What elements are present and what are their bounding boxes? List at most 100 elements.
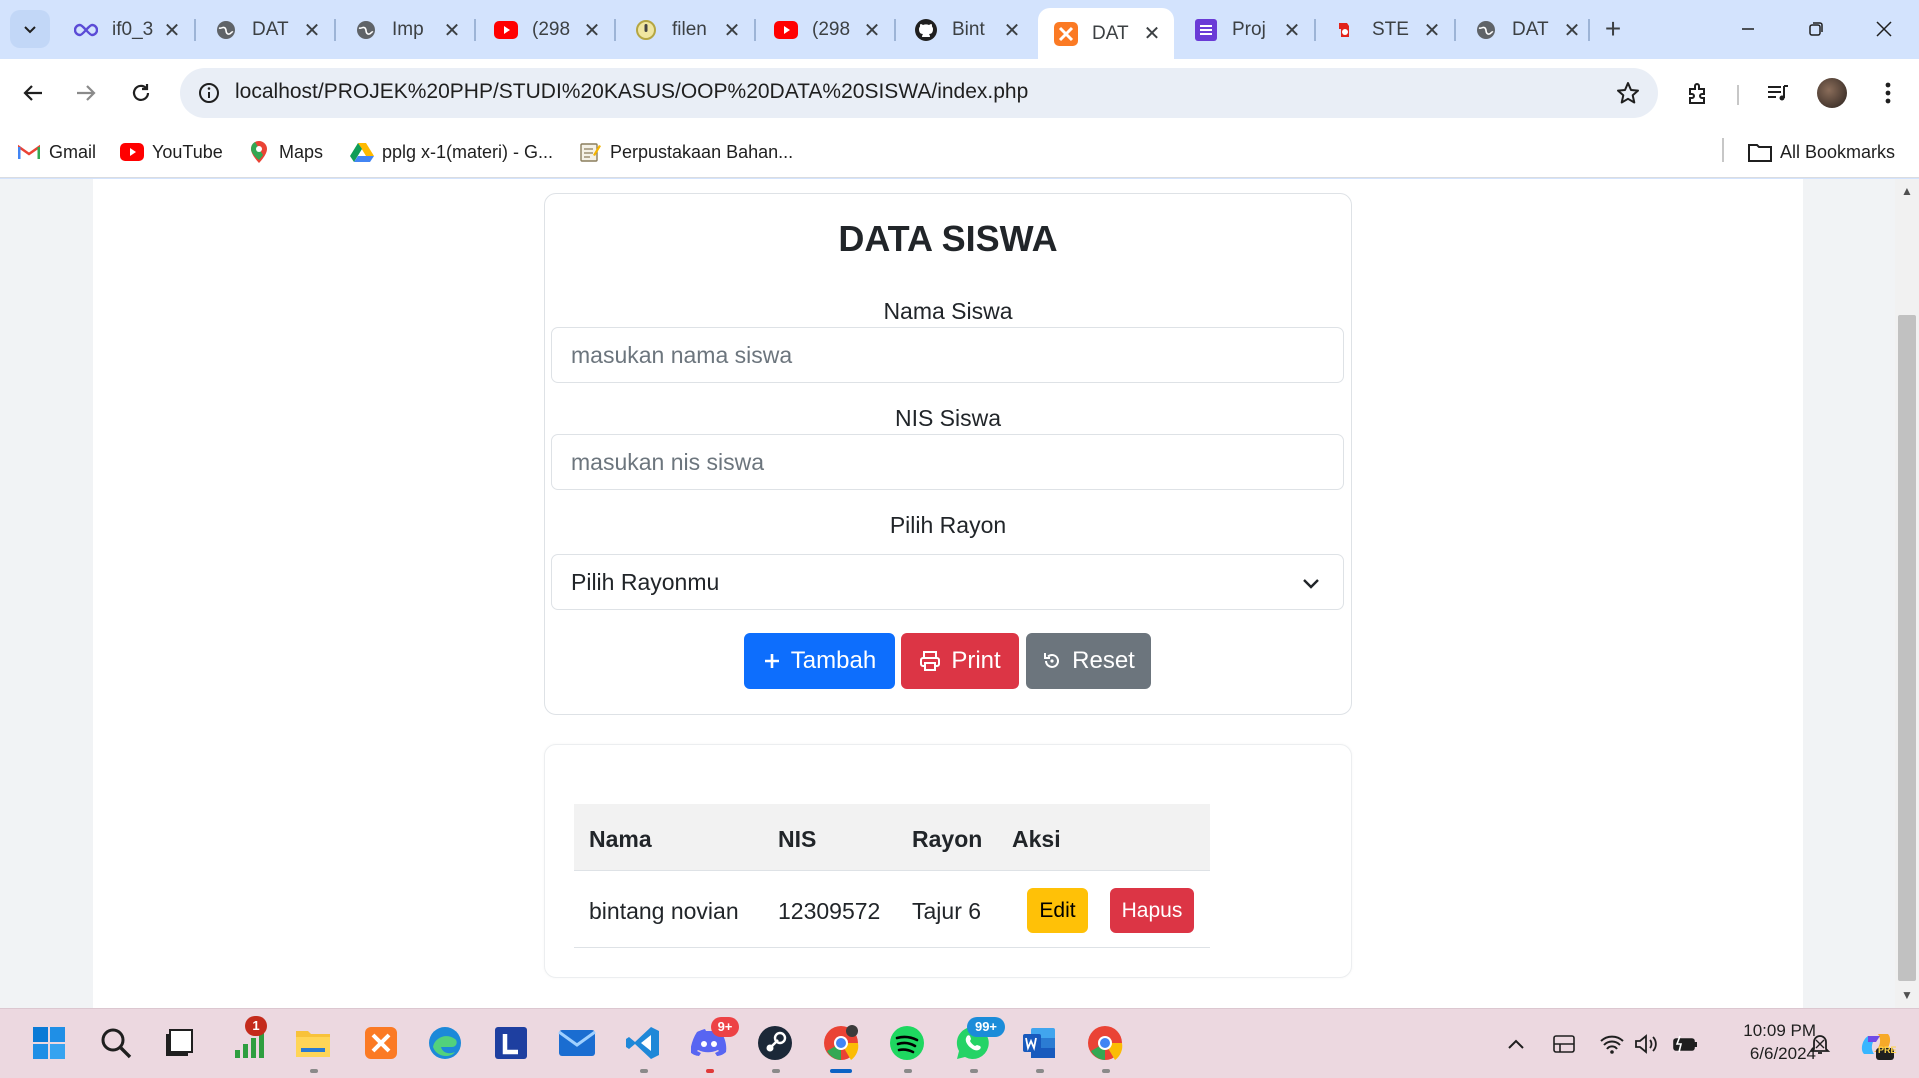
tab-1[interactable]: if0_3 ✕ [58,8,194,52]
wifi-icon[interactable] [1598,1030,1626,1058]
search-button[interactable] [95,1022,137,1064]
word-button[interactable] [1018,1022,1060,1064]
l-app-button[interactable] [490,1022,532,1064]
minimize-button[interactable] [1718,10,1778,48]
tab-10[interactable]: STE ✕ [1318,8,1454,52]
tab-7[interactable]: Bint ✕ [898,8,1034,52]
tray-overflow-chevron-icon[interactable] [1502,1030,1530,1058]
close-icon[interactable]: ✕ [302,18,322,43]
globe-icon [214,18,238,42]
address-bar[interactable]: localhost/PROJEK%20PHP/STUDI%20KASUS/OOP… [180,68,1658,118]
xampp-button[interactable] [360,1022,402,1064]
xampp-icon [365,1027,397,1059]
tab-title: Proj [1232,19,1266,40]
volume-icon[interactable] [1632,1030,1660,1058]
bookmark-maps[interactable]: Maps [247,138,323,166]
tambah-button[interactable]: Tambah [744,633,895,689]
close-icon[interactable]: ✕ [442,18,462,43]
edit-button[interactable]: Edit [1027,888,1088,933]
all-bookmarks-button[interactable]: All Bookmarks [1748,138,1895,166]
scroll-down-arrow[interactable]: ▼ [1899,988,1915,1004]
chrome-icon [824,1025,859,1060]
printer-icon [920,651,941,671]
tab-title: STE [1372,19,1409,40]
copilot-icon[interactable]: PRE [1856,1026,1897,1062]
tab-4[interactable]: (298 ✕ [478,8,614,52]
tab-11[interactable]: DAT ✕ [1458,8,1594,52]
bookmark-star-icon[interactable] [1614,79,1642,107]
plus-icon [764,654,779,668]
close-icon[interactable]: ✕ [582,18,602,43]
edge-icon [429,1027,461,1059]
tab-5[interactable]: filen ✕ [618,8,754,52]
scrollbar-thumb[interactable] [1898,315,1916,981]
media-control-icon[interactable] [1760,75,1796,111]
task-view-button[interactable] [158,1022,200,1064]
tab-title: filen [672,19,707,40]
tab-8-active[interactable]: DAT ✕ [1038,8,1174,59]
hapus-button[interactable]: Hapus [1110,888,1194,933]
vscode-button[interactable] [622,1022,664,1064]
tab-strip: if0_3 ✕ DAT ✕ Imp ✕ (298 ✕ filen ✕ (298 … [0,0,1919,59]
reload-button[interactable] [121,73,161,113]
youtube-icon [494,18,518,42]
github-icon [914,18,938,42]
rayon-select[interactable]: Pilih Rayonmu [551,554,1344,610]
notification-bell-icon[interactable] [1806,1030,1834,1058]
maps-icon [247,140,271,164]
mail-button[interactable] [556,1022,598,1064]
tab-6[interactable]: (298 ✕ [758,8,894,52]
bookmark-perpustakaan[interactable]: Perpustakaan Bahan... [578,138,793,166]
keyboard-layout-icon[interactable] [1550,1030,1578,1058]
close-icon[interactable]: ✕ [862,18,882,43]
scroll-up-arrow[interactable]: ▲ [1899,184,1915,200]
chrome-button-active[interactable] [820,1022,862,1064]
spotify-button[interactable] [886,1022,928,1064]
close-icon[interactable]: ✕ [1282,18,1302,43]
folder-icon [296,1031,330,1057]
close-icon[interactable]: ✕ [1422,18,1442,43]
tab-search-button[interactable] [10,10,50,48]
print-button[interactable]: Print [901,633,1019,689]
nama-input[interactable]: masukan nama siswa [551,327,1344,383]
arrow-right-icon [77,85,96,101]
close-window-button[interactable] [1854,10,1914,48]
forward-button[interactable] [66,73,106,113]
close-icon[interactable]: ✕ [1142,21,1162,46]
close-icon[interactable]: ✕ [722,18,742,43]
edge-button[interactable] [424,1022,466,1064]
chrome-button-2[interactable] [1084,1022,1126,1064]
back-button[interactable] [13,73,53,113]
close-icon[interactable]: ✕ [162,18,182,43]
nis-input[interactable]: masukan nis siswa [551,434,1344,490]
close-icon[interactable]: ✕ [1002,18,1022,43]
arrow-left-icon [23,85,42,101]
profile-avatar[interactable] [1817,78,1847,108]
reset-button[interactable]: Reset [1026,633,1151,689]
battery-icon[interactable] [1670,1030,1698,1058]
tab-3[interactable]: Imp ✕ [338,8,474,52]
header-nis: NIS [778,826,817,852]
tab-9[interactable]: Proj ✕ [1178,8,1314,52]
globe-icon [1474,18,1498,42]
steam-button[interactable] [754,1022,796,1064]
list-icon [1194,18,1218,42]
new-tab-button[interactable]: + [1596,12,1630,46]
more-menu-icon[interactable] [1870,75,1906,111]
bookmark-pplg[interactable]: pplg x-1(materi) - G... [350,138,553,166]
youtube-icon [120,140,144,164]
steam-icon [1334,18,1358,42]
url-text[interactable]: localhost/PROJEK%20PHP/STUDI%20KASUS/OOP… [235,80,1028,104]
bookmark-gmail[interactable]: Gmail [17,138,96,166]
start-button[interactable] [28,1022,70,1064]
file-explorer-button[interactable] [292,1022,334,1064]
close-icon[interactable]: ✕ [1562,18,1582,43]
system-clock[interactable]: 10:09 PM 6/6/2024 [1706,1019,1816,1065]
restore-button[interactable] [1786,10,1846,48]
extensions-icon[interactable] [1680,75,1716,111]
site-info-icon[interactable] [194,78,224,108]
bookmark-youtube[interactable]: YouTube [120,138,223,166]
copilot-pre-badge: PRE [1878,1045,1897,1055]
cell-nis: 12309572 [778,898,881,924]
tab-2[interactable]: DAT ✕ [198,8,334,52]
